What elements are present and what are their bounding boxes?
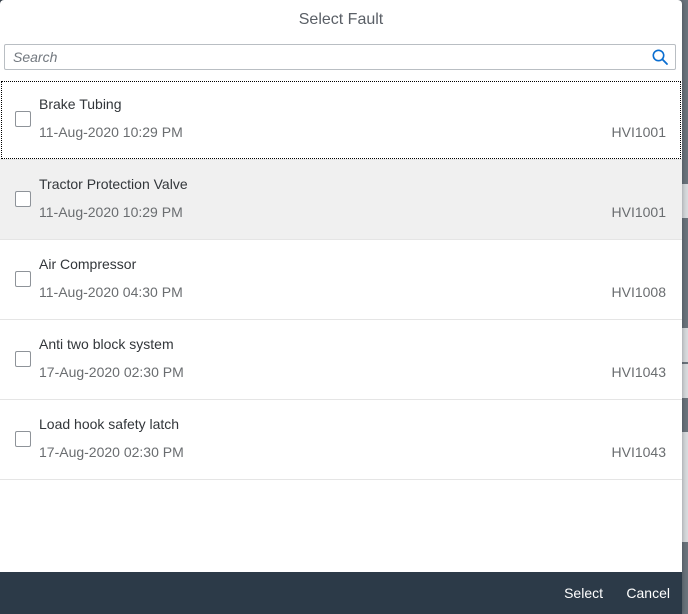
checkbox[interactable] — [15, 271, 31, 287]
search-input[interactable] — [5, 45, 645, 69]
select-button[interactable]: Select — [564, 572, 603, 614]
fault-title: Tractor Protection Valve — [39, 176, 188, 192]
fault-date: 17-Aug-2020 02:30 PM — [39, 364, 184, 380]
dialog-title: Select Fault — [298, 11, 384, 28]
list-item[interactable]: Brake Tubing 11-Aug-2020 10:29 PM HVI100… — [0, 80, 682, 160]
fault-code: HVI1043 — [611, 444, 666, 460]
search-field[interactable] — [4, 44, 676, 70]
fault-date: 11-Aug-2020 10:29 PM — [39, 204, 183, 220]
search-icon[interactable] — [651, 48, 669, 66]
select-fault-dialog: Select Fault Brake Tubing 11-Aug-2020 10… — [0, 0, 682, 614]
fault-title: Air Compressor — [39, 256, 137, 272]
fault-title: Anti two block system — [39, 336, 174, 352]
fault-date: 11-Aug-2020 04:30 PM — [39, 284, 183, 300]
fault-date: 17-Aug-2020 02:30 PM — [39, 444, 184, 460]
fault-date: 11-Aug-2020 10:29 PM — [39, 124, 183, 140]
fault-code: HVI1001 — [611, 204, 666, 220]
fault-code: HVI1043 — [611, 364, 666, 380]
dialog-footer: Select Cancel — [0, 572, 682, 614]
checkbox[interactable] — [15, 191, 31, 207]
fault-code: HVI1001 — [611, 124, 666, 140]
list-item[interactable]: Tractor Protection Valve 11-Aug-2020 10:… — [0, 160, 682, 240]
fault-title: Brake Tubing — [39, 96, 122, 112]
checkbox[interactable] — [15, 431, 31, 447]
fault-list: Brake Tubing 11-Aug-2020 10:29 PM HVI100… — [0, 80, 682, 480]
fault-title: Load hook safety latch — [39, 416, 180, 432]
list-item[interactable]: Anti two block system 17-Aug-2020 02:30 … — [0, 320, 682, 400]
cancel-button[interactable]: Cancel — [626, 572, 670, 614]
checkbox[interactable] — [15, 351, 31, 367]
list-item[interactable]: Air Compressor 11-Aug-2020 04:30 PM HVI1… — [0, 240, 682, 320]
fault-code: HVI1008 — [611, 284, 666, 300]
checkbox[interactable] — [15, 111, 31, 127]
list-item[interactable]: Load hook safety latch 17-Aug-2020 02:30… — [0, 400, 682, 480]
